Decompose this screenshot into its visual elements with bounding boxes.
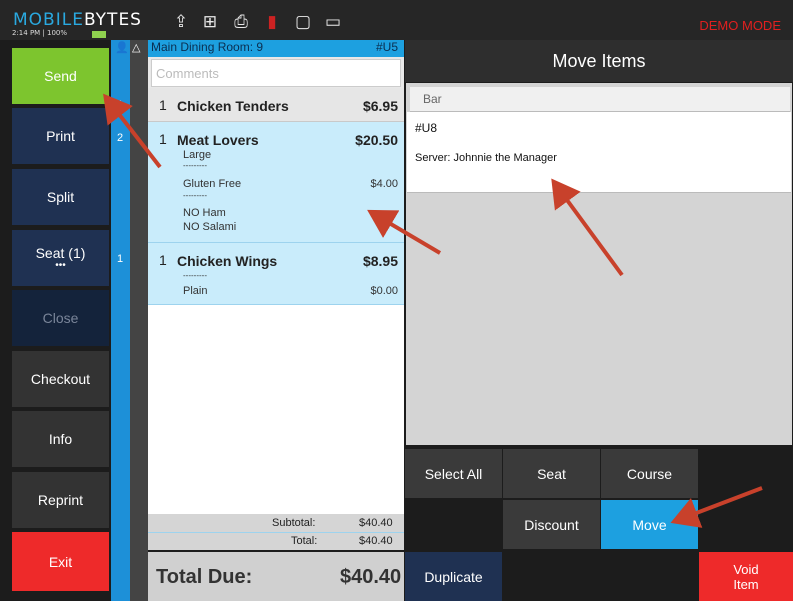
arrow-to-item: [367, 209, 442, 255]
annotation-arrows: [103, 93, 763, 528]
arrow-to-move: [670, 486, 763, 528]
arrow-to-table: [551, 178, 624, 277]
arrow-to-send: [103, 93, 162, 169]
